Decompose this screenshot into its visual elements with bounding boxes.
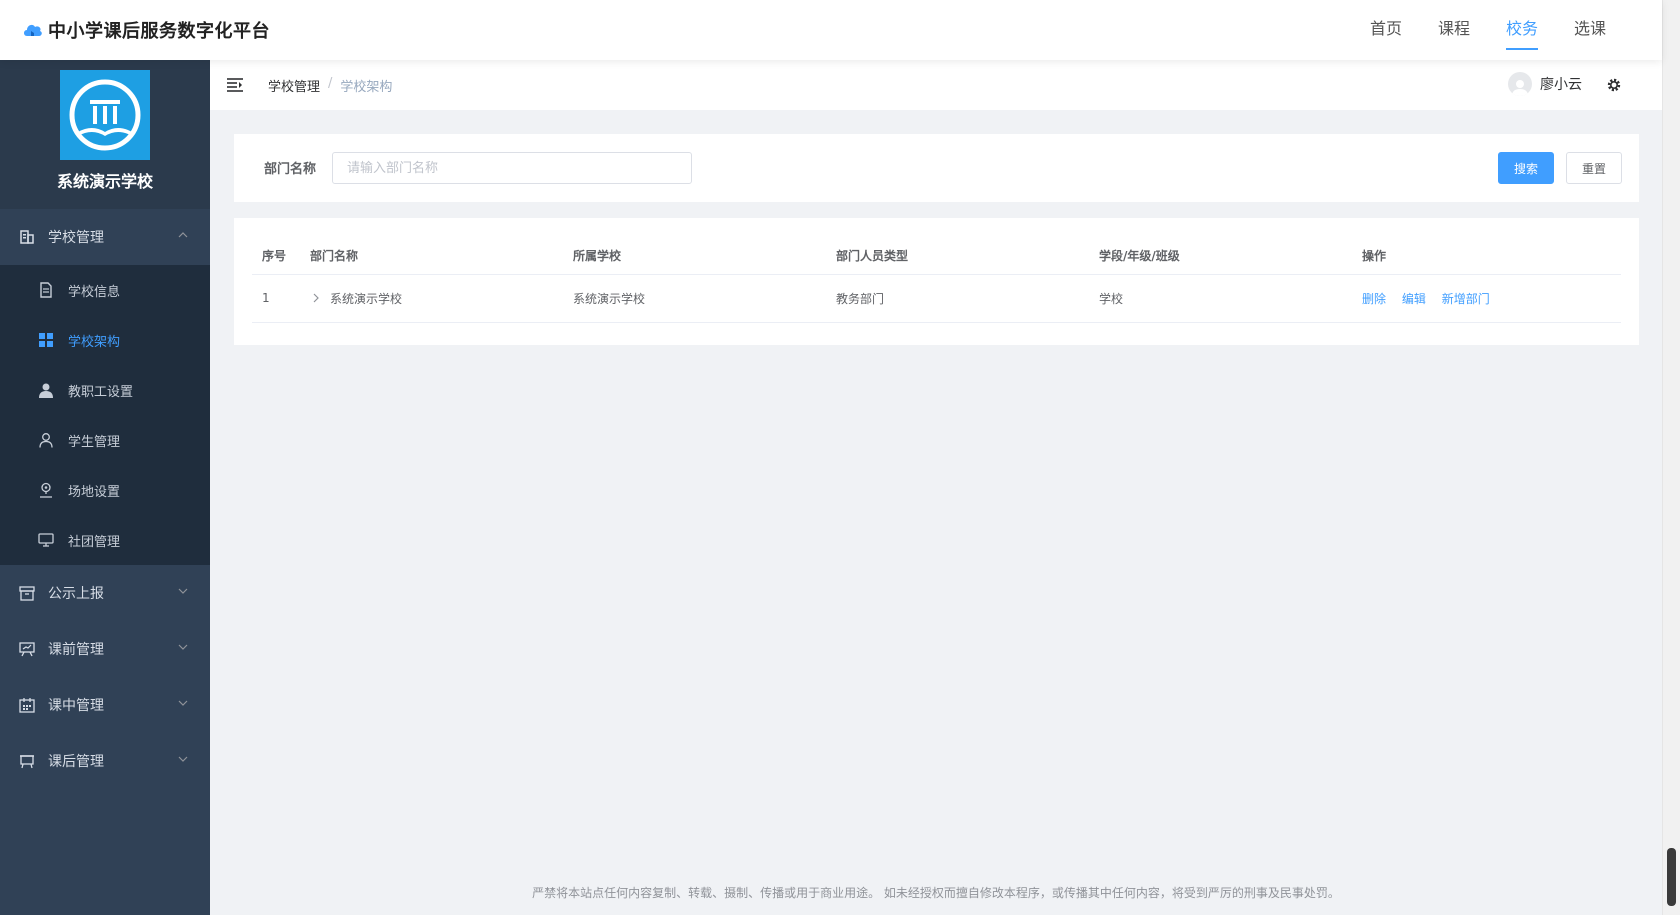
table-header-row: 序号 部门名称 所属学校 部门人员类型 学段/年级/班级 操作 [252, 238, 1621, 275]
top-nav: 首页 课程 校务 选课 [1352, 0, 1624, 60]
sidebar-item-student-management[interactable]: 学生管理 [0, 415, 210, 465]
chevron-up-icon [178, 232, 188, 238]
user-menu[interactable]: 廖小云 [1508, 72, 1582, 96]
sidebar-item-label: 学校架构 [68, 334, 121, 350]
app-title: 中小学课后服务数字化平台 [48, 21, 270, 42]
chevron-down-icon [178, 644, 188, 650]
brand[interactable]: 中小学课后服务数字化平台 [22, 17, 270, 43]
sidebar-item-staff-settings[interactable]: 教职工设置 [0, 365, 210, 415]
grid-icon [38, 332, 54, 348]
cell-index: 1 [252, 274, 300, 323]
sidebar: 系统演示学校 学校管理 学校信息 学校架构 教职工设置 学生管理 场地设置 社团… [0, 60, 210, 915]
user-name: 廖小云 [1540, 77, 1582, 93]
building-icon [18, 228, 36, 246]
sidebar-item-school-structure[interactable]: 学校架构 [0, 315, 210, 365]
cell-school: 系统演示学校 [563, 274, 826, 323]
cell-department: 系统演示学校 [300, 274, 563, 323]
school-name: 系统演示学校 [56, 172, 153, 191]
menu-label: 课中管理 [48, 698, 104, 714]
sidebar-item-label: 教职工设置 [68, 384, 134, 400]
footer-notice: 严禁将本站点任何内容复制、转载、摄制、传播或用于商业用途。 如未经授权而擅自修改… [532, 886, 1340, 900]
user-outline-icon [38, 432, 54, 448]
nav-home[interactable]: 首页 [1352, 0, 1420, 60]
school-header: 系统演示学校 [0, 60, 210, 209]
cell-staff-type: 教务部门 [826, 274, 1089, 323]
cloud-logo-icon [24, 24, 42, 36]
menu-pre-class-management[interactable]: 课前管理 [0, 621, 210, 677]
menu-label: 学校管理 [48, 230, 104, 246]
cell-level: 学校 [1089, 274, 1352, 323]
chevron-down-icon [178, 700, 188, 706]
avatar [1508, 72, 1532, 96]
board-icon [18, 752, 36, 770]
cell-actions: 删除 编辑 新增部门 [1352, 274, 1621, 323]
chevron-down-icon [178, 756, 188, 762]
menu-label: 公示上报 [48, 586, 104, 602]
submenu-school-management: 学校信息 学校架构 教职工设置 学生管理 场地设置 社团管理 [0, 265, 210, 565]
breadcrumb: 学校管理 / 学校架构 [268, 76, 392, 95]
menu-in-class-management[interactable]: 课中管理 [0, 677, 210, 733]
menu-after-class-management[interactable]: 课后管理 [0, 733, 210, 789]
school-emblem-icon [69, 79, 141, 151]
menu-school-management[interactable]: 学校管理 [0, 209, 210, 265]
sidebar-item-label: 社团管理 [68, 534, 121, 550]
department-name-label: 部门名称 [264, 162, 317, 177]
gear-icon[interactable] [1606, 77, 1622, 93]
breadcrumb-bar: 学校管理 / 学校架构 廖小云 [210, 60, 1662, 110]
box-icon [18, 584, 36, 602]
document-icon [38, 282, 54, 298]
add-department-link[interactable]: 新增部门 [1442, 292, 1490, 306]
reset-button[interactable]: 重置 [1566, 152, 1622, 184]
sidebar-item-venue-settings[interactable]: 场地设置 [0, 465, 210, 515]
breadcrumb-item-school-management[interactable]: 学校管理 [268, 76, 320, 95]
nav-course-selection[interactable]: 选课 [1556, 0, 1624, 60]
menu-public-report[interactable]: 公示上报 [0, 565, 210, 621]
breadcrumb-separator: / [328, 76, 333, 91]
sidebar-item-label: 学生管理 [68, 434, 121, 450]
school-logo [60, 70, 150, 160]
search-panel: 部门名称 搜索 重置 [234, 134, 1639, 202]
breadcrumb-item-school-structure: 学校架构 [340, 80, 393, 95]
chevron-right-icon[interactable] [312, 292, 326, 306]
delete-link[interactable]: 删除 [1362, 292, 1386, 306]
page-scrollbar[interactable] [1662, 0, 1680, 915]
department-table-panel: 序号 部门名称 所属学校 部门人员类型 学段/年级/班级 操作 1 系统演示学校… [234, 218, 1639, 345]
calendar-icon [18, 696, 36, 714]
sidebar-item-label: 学校信息 [68, 284, 121, 300]
sidebar-item-label: 场地设置 [68, 484, 121, 500]
chevron-down-icon [178, 588, 188, 594]
column-header-staff-type: 部门人员类型 [826, 238, 1089, 275]
column-header-actions: 操作 [1352, 238, 1621, 275]
department-name-input[interactable] [332, 152, 692, 184]
nav-courses[interactable]: 课程 [1420, 0, 1488, 60]
location-icon [38, 482, 54, 498]
column-header-department: 部门名称 [300, 238, 563, 275]
column-header-index: 序号 [252, 238, 300, 275]
presentation-icon [18, 640, 36, 658]
department-name: 系统演示学校 [330, 291, 403, 306]
monitor-icon [38, 532, 54, 548]
sidebar-item-club-management[interactable]: 社团管理 [0, 515, 210, 565]
top-header: 中小学课后服务数字化平台 首页 课程 校务 选课 [0, 0, 1662, 60]
menu-label: 课后管理 [48, 754, 104, 770]
menu-collapse-icon[interactable] [226, 77, 244, 93]
scrollbar-thumb[interactable] [1667, 848, 1676, 906]
column-header-level: 学段/年级/班级 [1089, 238, 1352, 275]
user-solid-icon [38, 382, 54, 398]
edit-link[interactable]: 编辑 [1402, 292, 1426, 306]
menu-label: 课前管理 [48, 642, 104, 658]
department-table: 序号 部门名称 所属学校 部门人员类型 学段/年级/班级 操作 1 系统演示学校… [252, 238, 1621, 323]
search-button[interactable]: 搜索 [1498, 152, 1554, 184]
sidebar-item-school-info[interactable]: 学校信息 [0, 265, 210, 315]
nav-school-affairs[interactable]: 校务 [1488, 0, 1556, 60]
column-header-school: 所属学校 [563, 238, 826, 275]
table-row: 1 系统演示学校 系统演示学校 教务部门 学校 删除 编辑 新增部门 [252, 274, 1621, 323]
